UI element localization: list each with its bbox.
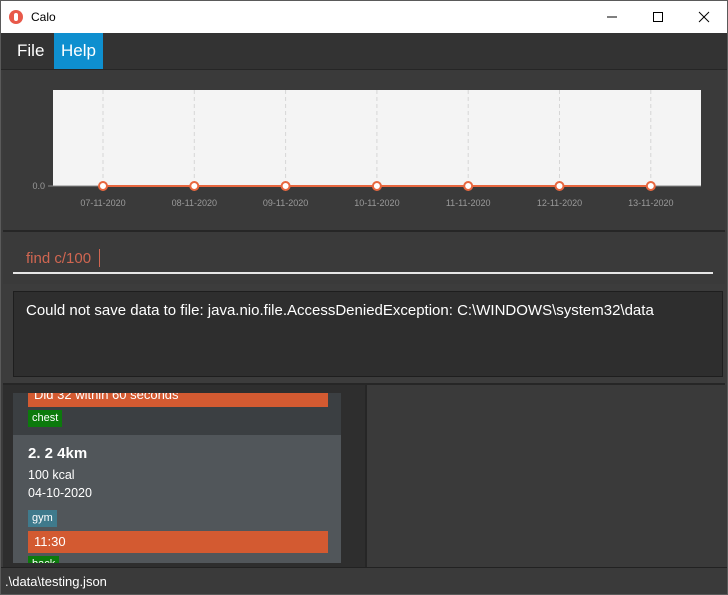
- x-tick-label: 07-11-2020: [80, 198, 125, 208]
- list-item-selected[interactable]: 2. 2 4km 100 kcal 04-10-2020 gym 11:30 b…: [13, 435, 341, 563]
- data-point: [554, 181, 565, 191]
- title-bar[interactable]: Calo: [1, 1, 727, 33]
- command-input[interactable]: [13, 244, 713, 274]
- maximize-icon: [653, 12, 663, 22]
- data-point: [98, 181, 108, 191]
- status-bar: .\data\testing.json: [1, 567, 727, 594]
- calorie-line-chart: 07-11-2020 08-11-2020 09-11-2020 10-11-2020…: [32, 90, 701, 208]
- menu-file[interactable]: File: [10, 33, 51, 69]
- text-caret: [99, 249, 100, 267]
- list-item[interactable]: Did 32 within 60 seconds chest: [13, 393, 341, 441]
- minimize-icon: [607, 16, 617, 18]
- data-point: [645, 181, 656, 191]
- result-message: Could not save data to file: java.nio.fi…: [26, 302, 654, 319]
- tag-gym: gym: [28, 510, 57, 527]
- detail-panel: [365, 385, 727, 567]
- exercise-description: Did 32 within 60 seconds: [28, 393, 328, 407]
- x-tick-label: 11-11-2020: [446, 198, 491, 208]
- x-tick-label: 12-11-2020: [537, 198, 582, 208]
- tag-back: back: [28, 556, 60, 563]
- data-point: [371, 181, 382, 191]
- close-button[interactable]: [681, 1, 727, 33]
- exercise-date: 04-10-2020: [28, 486, 92, 500]
- data-point: [463, 181, 474, 191]
- x-tick-label: 10-11-2020: [354, 198, 399, 208]
- save-location: .\data\testing.json: [5, 574, 107, 589]
- data-point: [280, 181, 291, 191]
- menu-bar: File Help: [1, 33, 727, 70]
- window-title: Calo: [31, 10, 56, 24]
- app-logo-icon: [9, 10, 23, 24]
- menu-help[interactable]: Help: [54, 33, 103, 69]
- x-tick-label: 09-11-2020: [263, 198, 308, 208]
- data-point: [189, 181, 200, 191]
- exercise-list[interactable]: Did 32 within 60 seconds chest 2. 2 4km …: [13, 393, 341, 563]
- y-tick-label: 0.0: [32, 181, 45, 191]
- command-box: [3, 232, 725, 284]
- exercise-calories: 100 kcal: [28, 468, 75, 482]
- app-window: Calo File Help 07-11-2020 08-11-2020 09-11…: [0, 0, 728, 595]
- exercise-title: 2. 2 4km: [28, 445, 88, 462]
- tag-chest: chest: [28, 410, 63, 427]
- result-display: Could not save data to file: java.nio.fi…: [13, 291, 723, 377]
- maximize-button[interactable]: [635, 1, 681, 33]
- minimize-button[interactable]: [589, 1, 635, 33]
- x-tick-label: 08-11-2020: [172, 198, 217, 208]
- x-tick-label: 13-11-2020: [628, 198, 673, 208]
- exercise-time: 11:30: [28, 531, 328, 553]
- calorie-chart-panel: 07-11-2020 08-11-2020 09-11-2020 10-11-2020…: [3, 70, 725, 232]
- close-icon: [698, 11, 710, 23]
- bottom-split: Did 32 within 60 seconds chest 2. 2 4km …: [3, 383, 727, 567]
